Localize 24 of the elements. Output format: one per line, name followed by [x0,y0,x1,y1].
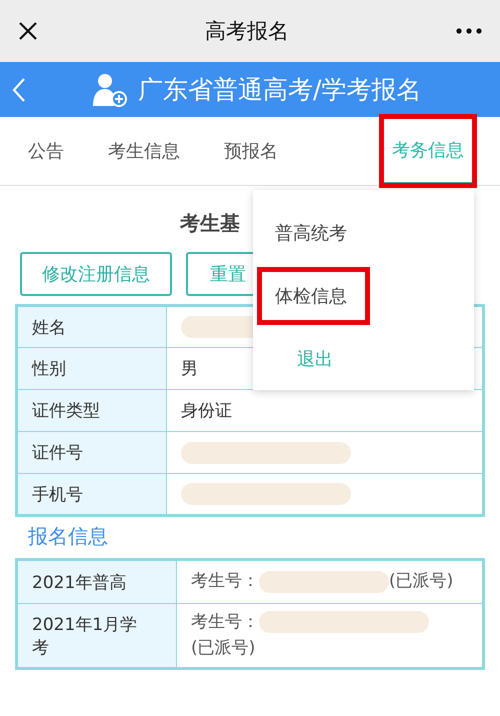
table-cell: 手机号 [16,474,166,516]
section-heading: 报名信息 [28,524,108,548]
table-cell: 性别 [16,348,166,390]
table-cell: 2021年普高 [16,560,176,604]
window-title: 高考报名 [205,18,289,45]
table-cell: 证件号 [16,432,166,474]
table-cell: 姓名 [16,306,166,348]
table-cell: 2021年1月学考 [16,604,176,668]
menu-item[interactable]: 体检信息 [258,268,369,324]
exam-number-label: 考生号： [191,571,259,592]
status-text: (已派号) [389,571,454,592]
table-cell: 证件类型 [16,390,166,432]
tab[interactable]: 公告 [6,117,86,185]
tab[interactable]: 预报名 [202,117,300,185]
menu-item[interactable]: 普高统考 [253,202,369,265]
status-text: (已派号) [191,638,256,658]
header-title: 广东省普通高考/学考报名 [138,74,422,106]
back-icon[interactable] [12,76,26,102]
close-icon[interactable] [18,21,38,41]
exam-number-label: 考生号： [191,612,259,632]
tab[interactable]: 考生信息 [86,117,202,185]
section-title: 考生基 [180,211,240,235]
user-add-icon [92,72,128,108]
more-icon[interactable] [456,28,482,34]
